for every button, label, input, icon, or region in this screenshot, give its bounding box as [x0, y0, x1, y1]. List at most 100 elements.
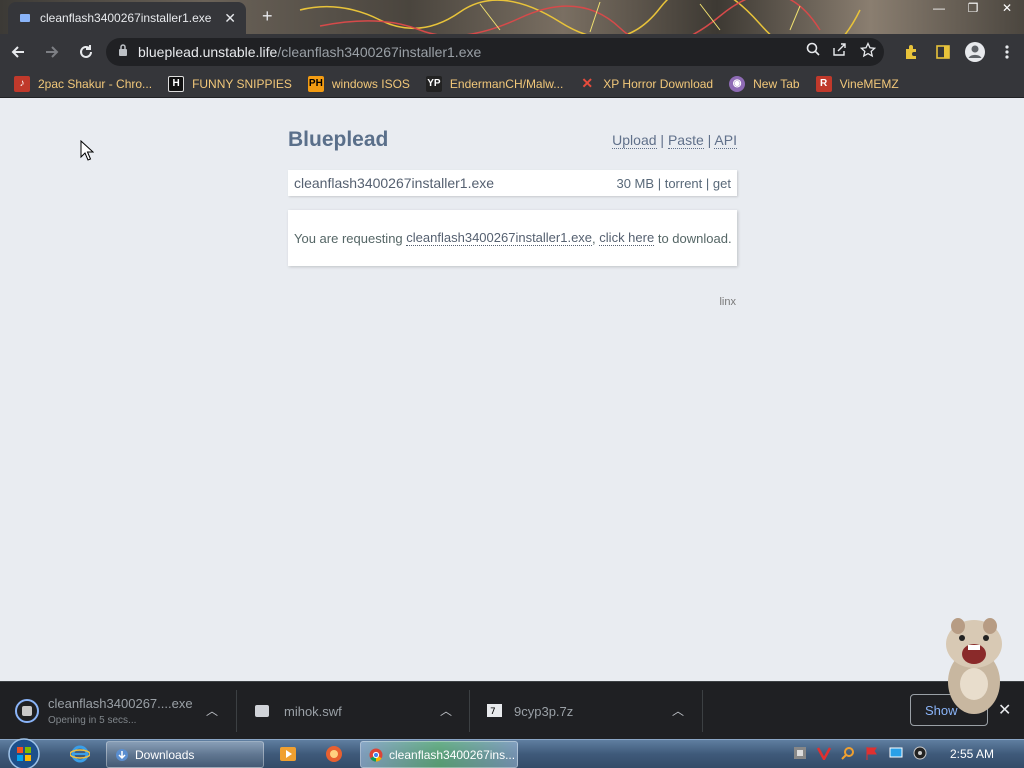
download-item[interactable]: cleanflash3400267....exe Opening in 5 se…: [14, 690, 224, 732]
system-tray: [792, 745, 928, 761]
bookmark-item[interactable]: ✕ XP Horror Download: [579, 75, 713, 92]
taskbar-item-downloads[interactable]: Downloads: [106, 741, 264, 768]
yp-logo-icon: YP: [425, 75, 442, 92]
profile-avatar-icon[interactable]: [964, 38, 986, 66]
ph-logo-icon: PH: [307, 75, 324, 92]
message-comma: ,: [592, 230, 596, 246]
bookmark-star-icon[interactable]: [859, 41, 877, 63]
bookmark-item[interactable]: ♪ 2pac Shakur - Chro...: [14, 75, 153, 92]
download-file-name: 9cyp3p.7z: [514, 703, 574, 719]
new-tab-icon[interactable]: +: [262, 6, 273, 27]
taskbar-item-label: Downloads: [135, 747, 195, 762]
site-footer: linx: [288, 296, 737, 308]
site-brand[interactable]: Blueplead: [288, 128, 388, 152]
search-icon[interactable]: [806, 42, 820, 63]
bookmark-label: EndermanCH/Malw...: [449, 76, 564, 91]
file-info-bar: cleanflash3400267installer1.exe 30 MB | …: [288, 170, 737, 196]
nav-separator: |: [707, 132, 712, 148]
bookmark-item[interactable]: PH windows ISOS: [307, 75, 410, 92]
bookmark-label: FUNNY SNIPPIES: [192, 76, 292, 91]
minimize-icon[interactable]: —: [922, 0, 956, 18]
download-file-name: mihok.swf: [284, 703, 342, 719]
active-tab[interactable]: cleanflash3400267installer1.exe ✕: [8, 2, 246, 34]
download-file-name: cleanflash3400267....exe: [48, 696, 193, 711]
media-player-icon[interactable]: [276, 743, 300, 765]
requested-file-link[interactable]: cleanflash3400267installer1.exe: [406, 230, 593, 246]
x-logo-icon: ✕: [581, 75, 594, 91]
file-size: 30 MB: [616, 175, 655, 191]
address-bar[interactable]: blueplead.unstable.life/cleanflash340026…: [106, 38, 884, 66]
tray-volume-icon[interactable]: [912, 745, 928, 761]
file-actions: 30 MB | torrent | get: [616, 176, 731, 191]
divider: [236, 690, 237, 732]
restore-icon[interactable]: ❐: [956, 0, 990, 18]
windows-taskbar: Downloads cleanflash3400267ins... 2:55 A…: [0, 737, 1024, 768]
url-text: blueplead.unstable.life/cleanflash340026…: [138, 44, 481, 60]
upload-link[interactable]: Upload: [612, 132, 657, 149]
bookmark-label: New Tab: [753, 76, 800, 91]
nav-separator: |: [657, 175, 662, 191]
nav-separator: |: [660, 132, 665, 148]
forward-arrow-icon[interactable]: [36, 36, 68, 68]
bookmark-item[interactable]: ◉ New Tab: [729, 75, 800, 92]
bookmark-item[interactable]: YP EndermanCH/Malw...: [425, 75, 564, 92]
extensions-puzzle-icon[interactable]: [900, 38, 922, 66]
tray-app-icon[interactable]: [792, 745, 808, 761]
bookmark-item[interactable]: H FUNNY SNIPPIES: [168, 75, 292, 92]
click-here-link[interactable]: click here: [599, 230, 655, 246]
download-message: You are requesting cleanflash3400267inst…: [288, 210, 737, 266]
archive-7z-icon: 7: [487, 704, 502, 717]
nav-separator: |: [705, 175, 710, 191]
main-container: Blueplead Upload | Paste | API cleanflas…: [288, 104, 737, 308]
page-content: Blueplead Upload | Paste | API cleanflas…: [0, 104, 1024, 681]
download-item[interactable]: 7 9cyp3p.7z ︿: [486, 690, 686, 732]
bookmark-item[interactable]: R VineMEMZ: [815, 75, 899, 92]
internet-explorer-icon[interactable]: [68, 743, 92, 765]
app-icon[interactable]: [322, 743, 346, 765]
page-icon: [18, 11, 32, 25]
paste-link[interactable]: Paste: [667, 132, 704, 149]
start-orb-icon[interactable]: [6, 737, 42, 768]
taskbar-item-label: cleanflash3400267ins...: [389, 747, 516, 762]
album-icon: ♪: [14, 75, 30, 92]
close-window-icon[interactable]: ✕: [990, 0, 1024, 18]
back-arrow-icon[interactable]: [2, 36, 34, 68]
side-panel-icon[interactable]: [932, 38, 954, 66]
site-header: Blueplead Upload | Paste | API: [288, 104, 737, 170]
bookmark-label: VineMEMZ: [839, 76, 899, 91]
chevron-up-icon[interactable]: ︿: [672, 702, 684, 719]
svg-text:7: 7: [490, 707, 496, 717]
download-status: Opening in 5 secs...: [48, 715, 137, 726]
more-menu-icon[interactable]: [996, 38, 1018, 66]
window-controls: — ❐ ✕: [922, 0, 1024, 18]
bookmark-label: windows ISOS: [331, 76, 410, 91]
api-link[interactable]: API: [714, 132, 737, 149]
lock-icon[interactable]: [118, 43, 128, 61]
flash-installer-icon: [15, 699, 39, 723]
bookmark-label: 2pac Shakur - Chro...: [38, 76, 153, 91]
reload-icon[interactable]: [70, 36, 102, 68]
globe-icon: ◉: [729, 75, 746, 92]
chevron-up-icon[interactable]: ︿: [206, 702, 218, 719]
message-prefix: You are requesting: [294, 230, 403, 246]
tab-title: cleanflash3400267installer1.exe: [40, 11, 212, 25]
downloads-shelf: cleanflash3400267....exe Opening in 5 se…: [0, 681, 1024, 739]
footer-linx[interactable]: linx: [719, 296, 736, 308]
share-icon[interactable]: [832, 42, 848, 63]
chevron-up-icon[interactable]: ︿: [440, 702, 452, 719]
close-tab-icon[interactable]: ✕: [224, 10, 236, 27]
system-clock[interactable]: 2:55 AM: [950, 747, 994, 761]
hamster-overlay-icon: [946, 618, 1002, 714]
divider: [702, 690, 703, 732]
torrent-link[interactable]: torrent: [665, 176, 703, 191]
downloads-folder-icon: [116, 748, 128, 761]
get-link[interactable]: get: [713, 176, 731, 191]
download-item[interactable]: mihok.swf ︿: [254, 690, 454, 732]
chrome-icon: [369, 748, 383, 761]
browser-toolbar: blueplead.unstable.life/cleanflash340026…: [0, 34, 1024, 70]
tray-flag-icon[interactable]: [864, 745, 880, 761]
tray-search-icon[interactable]: [840, 745, 856, 761]
taskbar-item-chrome[interactable]: cleanflash3400267ins...: [360, 741, 518, 768]
tray-v-icon[interactable]: [816, 745, 832, 761]
tray-monitor-icon[interactable]: [888, 745, 904, 761]
